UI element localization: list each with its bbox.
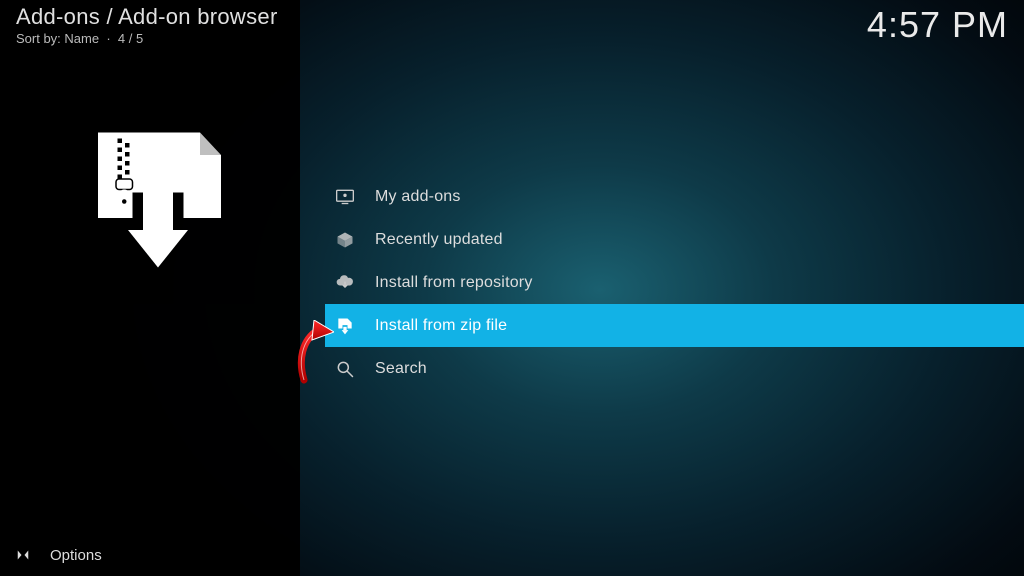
menu-label: Recently updated [375,231,503,249]
search-icon [333,357,357,381]
menu-label: My add-ons [375,188,461,206]
openbox-icon [333,228,357,252]
monitor-icon [333,185,357,209]
sort-info: Sort by: Name · 4 / 5 [16,31,278,46]
sort-dot: · [103,31,118,46]
position-label: 4 / 5 [118,31,143,46]
sidebar [0,0,300,576]
header: Add-ons / Add-on browser Sort by: Name ·… [16,4,1008,46]
sidebar-shade [0,0,300,576]
sort-label: Sort by: Name [16,31,99,46]
menu-item-install-zip[interactable]: Install from zip file [325,304,1024,347]
menu-label: Install from zip file [375,317,507,335]
breadcrumb: Add-ons / Add-on browser [16,4,278,30]
menu-item-install-repository[interactable]: Install from repository [325,261,1024,304]
zip-download-icon [333,314,357,338]
menu-label: Search [375,360,427,378]
zip-download-large-icon [83,125,233,275]
options-icon[interactable] [14,546,32,564]
menu-item-search[interactable]: Search [325,347,1024,390]
menu-label: Install from repository [375,274,533,292]
options-label[interactable]: Options [50,547,102,564]
menu-list: My add-ons Recently updated Install from… [325,175,1024,390]
cloud-download-icon [333,271,357,295]
clock: 4:57 PM [867,4,1008,46]
footer: Options [14,546,102,564]
menu-item-recently-updated[interactable]: Recently updated [325,218,1024,261]
header-left: Add-ons / Add-on browser Sort by: Name ·… [16,4,278,46]
menu-item-my-addons[interactable]: My add-ons [325,175,1024,218]
